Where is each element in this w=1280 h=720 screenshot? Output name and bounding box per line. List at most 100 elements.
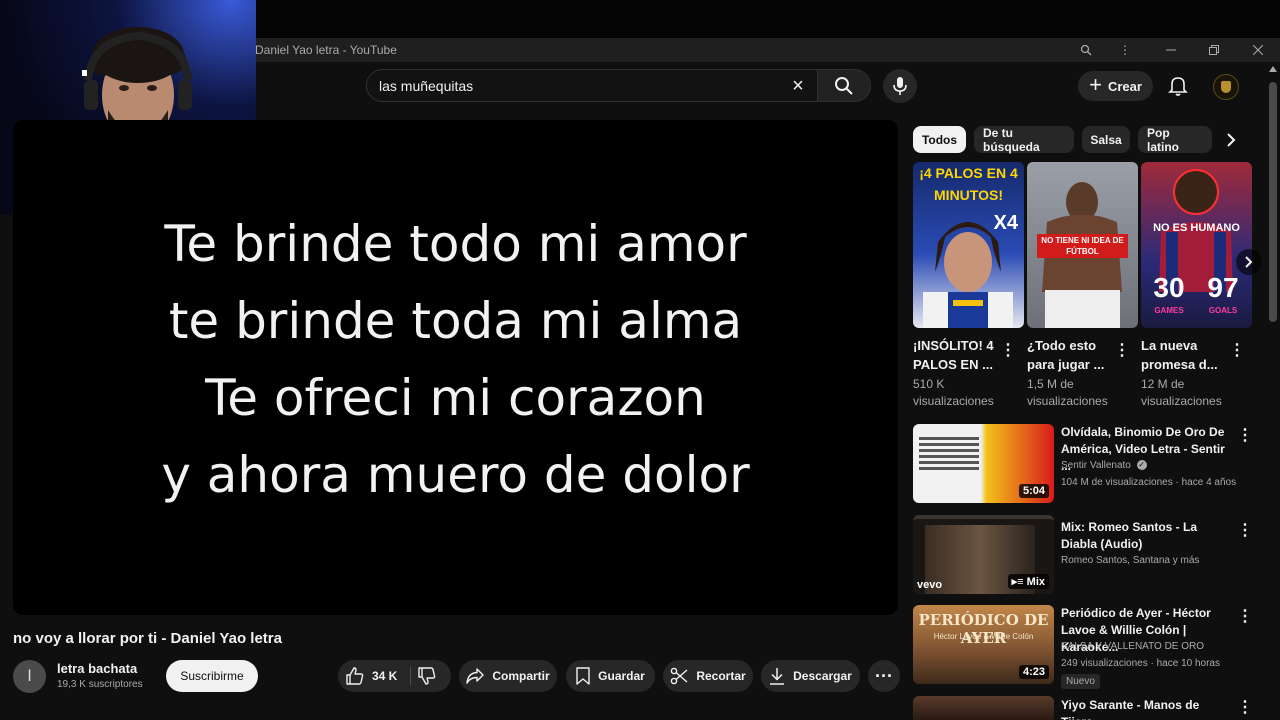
clear-search-icon[interactable]: × bbox=[787, 75, 809, 97]
dislike-button[interactable] bbox=[418, 660, 436, 692]
thumbnail-text-lines bbox=[919, 434, 979, 473]
download-icon bbox=[770, 668, 785, 685]
like-dislike-group: 34 K bbox=[338, 660, 451, 692]
related-channel[interactable]: Romeo Santos, Santana y más bbox=[1061, 555, 1199, 566]
video-duration: 4:23 bbox=[1018, 665, 1049, 679]
short-overlay-text: NO TIENE NI IDEA DE FÚTBOL bbox=[1037, 234, 1128, 258]
short-thumbnail[interactable]: ¡4 PALOS EN 4 MINUTOS! X4 bbox=[913, 162, 1024, 328]
notifications-button[interactable] bbox=[1166, 74, 1190, 98]
video-duration: 5:04 bbox=[1018, 484, 1049, 498]
download-button[interactable]: Descargar bbox=[761, 660, 860, 692]
bookmark-icon bbox=[576, 667, 590, 685]
video-duration: ▸≡ Mix bbox=[1007, 574, 1049, 589]
thumbs-down-icon bbox=[418, 667, 436, 685]
thumbnail-title: PERIÓDICO DE AYER bbox=[918, 611, 1049, 647]
save-button[interactable]: Guardar bbox=[566, 660, 655, 692]
short-badge: X4 bbox=[993, 212, 1018, 234]
share-label: Compartir bbox=[492, 669, 550, 683]
related-channel[interactable]: Sentir Vallenato ✓ bbox=[1061, 460, 1147, 471]
short-player-image bbox=[923, 222, 1013, 328]
related-channel[interactable]: SALSA Y VALLENATO DE ORO bbox=[1061, 641, 1204, 652]
video-title: no voy a llorar por ti - Daniel Yao letr… bbox=[13, 630, 282, 647]
more-actions-button[interactable]: ··· bbox=[868, 660, 900, 692]
voice-search-button[interactable] bbox=[883, 69, 917, 103]
like-button[interactable]: 34 K bbox=[346, 660, 397, 692]
short-views: 510 K visualizaciones bbox=[913, 377, 994, 408]
related-menu-icon[interactable]: ⋮ bbox=[1237, 425, 1253, 445]
short-thumbnail[interactable]: NO ES HUMANO 30 97 GAMES GOALS bbox=[1141, 162, 1252, 328]
zoom-icon[interactable] bbox=[1077, 41, 1095, 59]
scrollbar-thumb[interactable] bbox=[1269, 82, 1277, 322]
clip-label: Recortar bbox=[696, 669, 746, 683]
chip-todos[interactable]: Todos bbox=[913, 126, 966, 153]
lyric-line: Te ofreci mi corazon bbox=[205, 369, 706, 427]
lyric-line: te brinde toda mi alma bbox=[168, 292, 743, 350]
subscribe-button[interactable]: Suscribirme bbox=[166, 660, 258, 692]
short-title[interactable]: ¡INSÓLITO! 4 PALOS EN ... bbox=[913, 336, 1003, 374]
like-separator bbox=[410, 667, 411, 685]
related-menu-icon[interactable]: ⋮ bbox=[1237, 606, 1253, 626]
related-channel-name: Sentir Vallenato bbox=[1061, 460, 1131, 471]
clip-button[interactable]: Recortar bbox=[663, 660, 753, 692]
vevo-logo: vevo bbox=[917, 579, 943, 591]
short-thumbnail[interactable]: NO TIENE NI IDEA DE FÚTBOL bbox=[1027, 162, 1138, 328]
short-menu-icon[interactable]: ⋮ bbox=[1229, 340, 1245, 360]
short-menu-icon[interactable]: ⋮ bbox=[1114, 340, 1130, 360]
lyric-line: Te brinde todo mi amor bbox=[164, 215, 747, 273]
restore-icon[interactable] bbox=[1205, 41, 1223, 59]
video-thumbnail[interactable]: vevo ▸≡ Mix bbox=[913, 515, 1054, 594]
search-button[interactable] bbox=[817, 69, 871, 102]
account-avatar[interactable] bbox=[1213, 74, 1239, 100]
mix-label: Mix bbox=[1026, 576, 1045, 588]
lyric-line: y ahora muero de dolor bbox=[161, 446, 750, 504]
download-label: Descargar bbox=[793, 669, 852, 683]
like-count: 34 K bbox=[372, 669, 398, 683]
share-icon bbox=[466, 668, 485, 684]
video-thumbnail[interactable]: PERIÓDICO DE AYER Héctor Lavoe & Willie … bbox=[913, 605, 1054, 684]
chevron-right-icon bbox=[1245, 256, 1253, 268]
youtube-window: Daniel Yao letra - YouTube ⋮ las muñequi… bbox=[0, 0, 1280, 720]
related-meta: 104 M de visualizaciones · hace 4 años bbox=[1061, 477, 1237, 488]
plus-icon: + bbox=[1089, 72, 1102, 97]
search-input[interactable]: las muñequitas bbox=[379, 78, 473, 94]
short-title[interactable]: ¿Todo esto para jugar ... bbox=[1027, 336, 1117, 374]
microphone-icon bbox=[893, 77, 907, 95]
channel-avatar[interactable]: l bbox=[13, 660, 46, 693]
chip-de-tu-busqueda[interactable]: De tu búsqueda bbox=[974, 126, 1074, 154]
video-thumbnail[interactable] bbox=[913, 696, 1054, 720]
search-box[interactable]: las muñequitas × bbox=[366, 69, 818, 102]
short-overlay-text: NO ES HUMANO bbox=[1153, 222, 1240, 234]
video-thumbnail[interactable]: 5:04 bbox=[913, 424, 1054, 503]
chip-pop-latino[interactable]: Pop latino bbox=[1138, 126, 1212, 154]
close-window-icon[interactable] bbox=[1249, 41, 1267, 59]
related-video-title[interactable]: Yiyo Sarante - Manos de Tijera bbox=[1061, 697, 1233, 720]
window-title: Daniel Yao letra - YouTube bbox=[255, 43, 397, 57]
more-horizontal-icon: ··· bbox=[875, 665, 893, 686]
short-views: 12 M de visualizaciones bbox=[1141, 377, 1222, 408]
subscriber-count: 19,3 K suscriptores bbox=[57, 679, 143, 690]
crest-icon bbox=[1221, 81, 1231, 93]
verified-icon: ✓ bbox=[1136, 460, 1147, 471]
short-title[interactable]: La nueva promesa d... bbox=[1141, 336, 1231, 374]
share-button[interactable]: Compartir bbox=[459, 660, 557, 692]
short-stat-label: GAMES bbox=[1154, 306, 1184, 315]
channel-name[interactable]: letra bachata bbox=[57, 661, 137, 676]
shorts-next-button[interactable] bbox=[1236, 249, 1262, 275]
short-menu-icon[interactable]: ⋮ bbox=[1000, 340, 1016, 360]
window-menu-icon[interactable]: ⋮ bbox=[1116, 41, 1134, 59]
scroll-up-icon[interactable] bbox=[1269, 66, 1277, 72]
related-menu-icon[interactable]: ⋮ bbox=[1237, 520, 1253, 540]
chips-next-button[interactable] bbox=[1219, 128, 1243, 152]
new-badge: Nuevo bbox=[1061, 674, 1100, 689]
scissors-icon bbox=[671, 667, 688, 685]
page-scrollbar[interactable] bbox=[1266, 62, 1280, 720]
related-menu-icon[interactable]: ⋮ bbox=[1237, 697, 1253, 717]
thumbs-up-icon bbox=[346, 667, 364, 685]
short-stat-label: GOALS bbox=[1208, 306, 1238, 315]
create-button[interactable]: + Crear bbox=[1078, 71, 1153, 101]
video-lyrics: Te brinde todo mi amor te brinde toda mi… bbox=[13, 206, 898, 514]
related-video-title[interactable]: Mix: Romeo Santos - La Diabla (Audio) bbox=[1061, 519, 1233, 553]
search-icon bbox=[835, 76, 853, 95]
minimize-icon[interactable] bbox=[1162, 41, 1180, 59]
chip-salsa[interactable]: Salsa bbox=[1082, 126, 1130, 153]
